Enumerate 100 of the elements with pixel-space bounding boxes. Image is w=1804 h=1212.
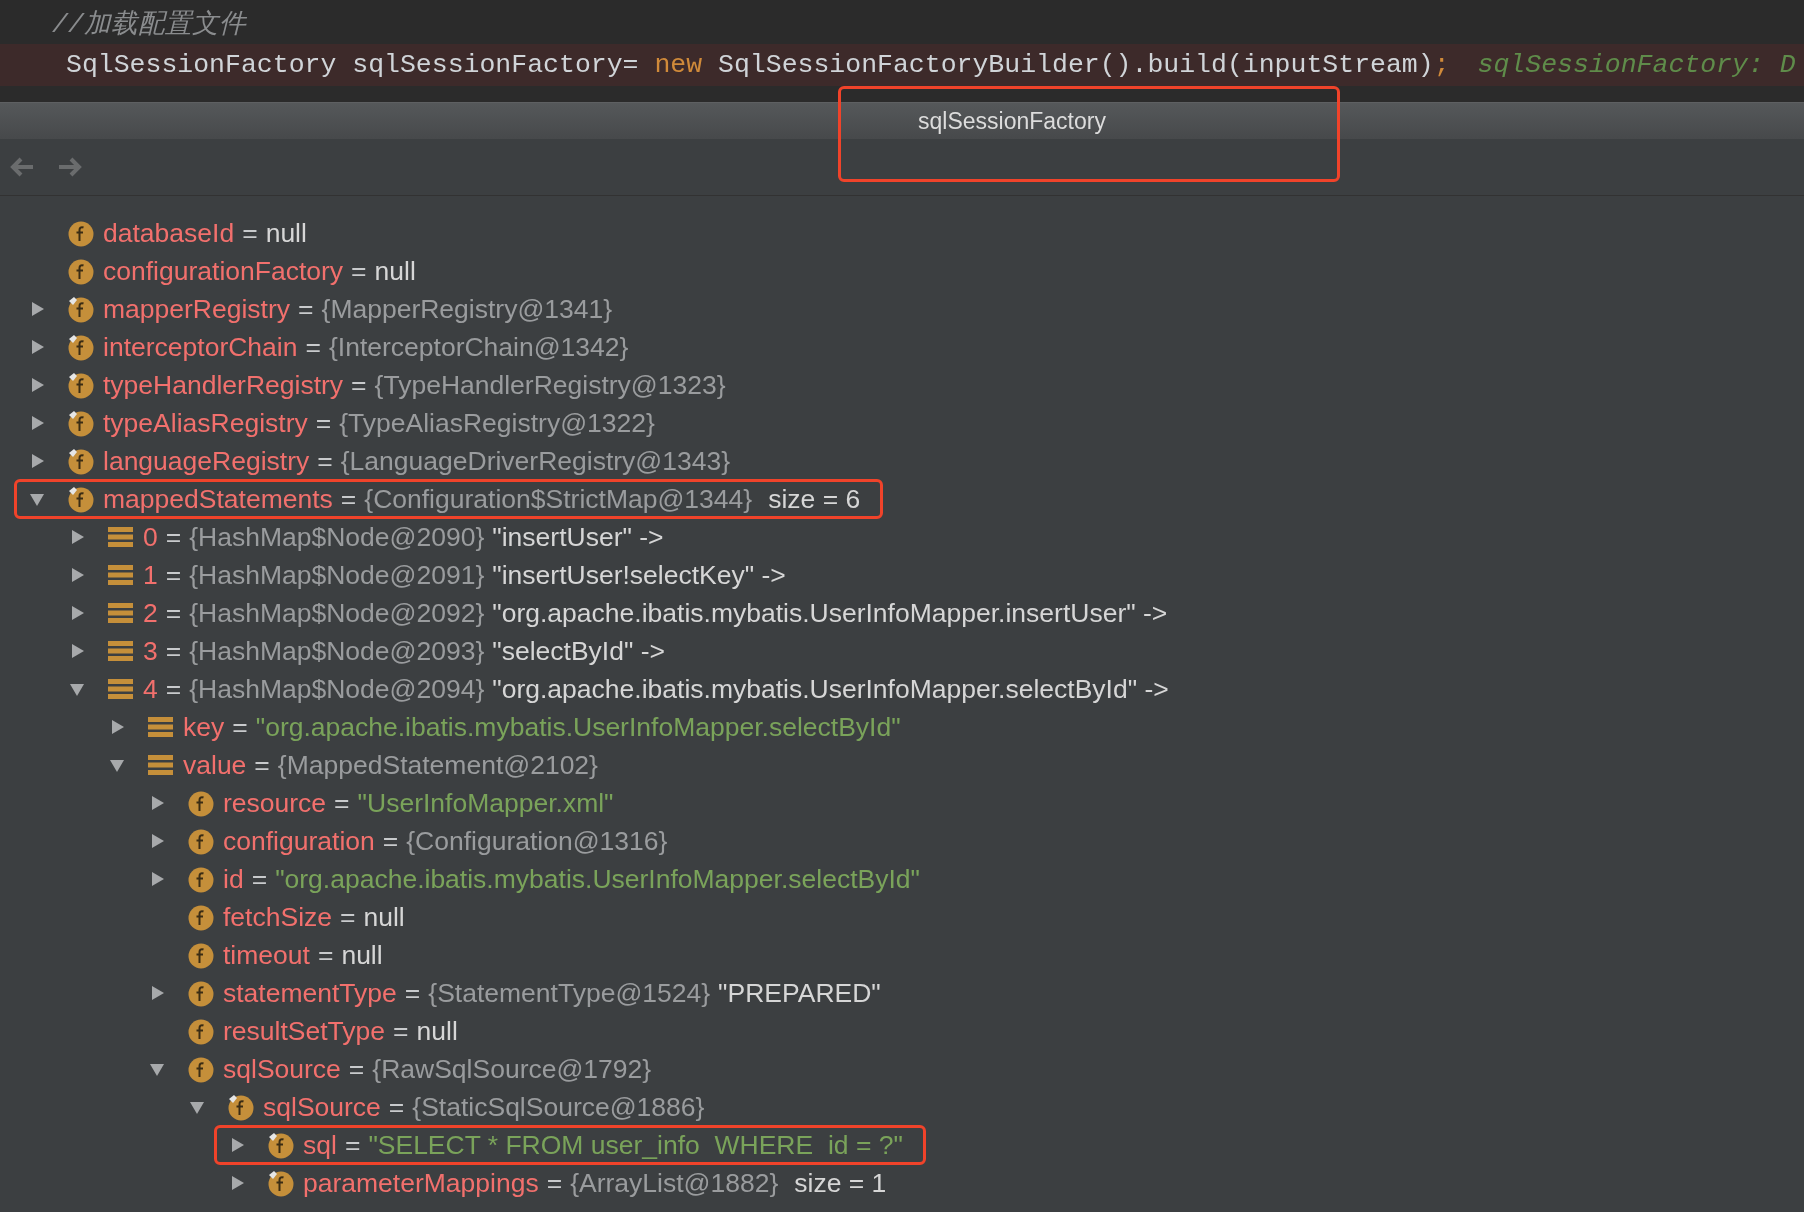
variable-name: statementType (223, 977, 397, 1009)
code-token: ; (1433, 50, 1450, 80)
equals-sign: = (254, 749, 270, 781)
variable-name: value (183, 749, 247, 781)
size-label: size = 1 (794, 1167, 887, 1199)
variable-value: {HashMap$Node@2091} (189, 559, 485, 591)
size-label: size = 6 (768, 483, 861, 515)
variable-value: {MapperRegistry@1341} (321, 293, 613, 325)
variable-name: parameterMappings (303, 1167, 539, 1199)
final-field-icon (267, 1131, 294, 1159)
expanded-arrow-icon[interactable] (149, 1061, 165, 1077)
final-field-icon (67, 371, 94, 399)
variable-value: null (363, 901, 405, 933)
variable-name: sqlSource (223, 1053, 341, 1085)
equals-sign: = (317, 445, 333, 477)
collapsed-arrow-icon[interactable] (69, 567, 85, 583)
equals-sign: = (165, 597, 182, 629)
popup-title: sqlSessionFactory (918, 107, 1106, 135)
variable-name: configuration (223, 825, 375, 857)
entry-icon (107, 640, 134, 662)
entry-icon (147, 716, 174, 738)
field-icon (187, 1055, 214, 1083)
entry-icon (147, 754, 174, 776)
equals-sign: = (165, 521, 182, 553)
equals-sign: = (305, 331, 321, 363)
equals-sign: = (340, 901, 356, 933)
collapsed-arrow-icon[interactable] (149, 871, 165, 887)
variable-value: {StatementType@1524} (428, 977, 711, 1009)
collapsed-arrow-icon[interactable] (109, 719, 125, 735)
expanded-arrow-icon[interactable] (109, 757, 125, 773)
variable-name: sqlSource (263, 1091, 381, 1123)
collapsed-arrow-icon[interactable] (29, 301, 45, 317)
collapsed-arrow-icon[interactable] (29, 377, 45, 393)
equals-sign: = (388, 1091, 405, 1123)
equals-sign: = (165, 559, 182, 591)
entry-icon (107, 564, 134, 586)
collapsed-arrow-icon[interactable] (29, 339, 45, 355)
equals-sign: = (315, 407, 332, 439)
variable-value: null (265, 217, 307, 249)
expanded-arrow-icon[interactable] (69, 681, 85, 697)
variable-name: languageRegistry (103, 445, 310, 477)
collapsed-arrow-icon[interactable] (149, 795, 165, 811)
variable-value: {HashMap$Node@2094} (189, 673, 485, 705)
variable-name: timeout (223, 939, 310, 971)
variable-name: 1 (143, 559, 158, 591)
equals-sign: = (351, 255, 367, 287)
variable-value: "org.apache.ibatis.mybatis.UserInfoMapper.selectById" (275, 863, 920, 895)
final-field-icon (67, 333, 94, 361)
variable-name: resultSetType (223, 1015, 386, 1047)
equals-sign: = (351, 369, 367, 401)
collapsed-arrow-icon[interactable] (29, 453, 45, 469)
inline-value-hint: sqlSessionFactory: D (1477, 50, 1796, 80)
variable-name: id (223, 863, 244, 895)
variable-name: sql (303, 1129, 337, 1161)
collapsed-arrow-icon[interactable] (69, 643, 85, 659)
entry-icon (107, 526, 134, 548)
collapsed-arrow-icon[interactable] (149, 833, 165, 849)
variable-name: typeHandlerRegistry (103, 369, 344, 401)
equals-sign: = (404, 977, 421, 1009)
expanded-arrow-icon[interactable] (189, 1099, 205, 1115)
field-icon (67, 257, 94, 285)
variable-value: "SELECT * FROM user_info WHERE id = ?" (368, 1129, 903, 1161)
equals-sign: = (165, 635, 182, 667)
equals-sign: = (334, 787, 350, 819)
variable-name: configurationFactory (103, 255, 344, 287)
variable-value: "selectById" -> (492, 635, 666, 667)
equals-sign: = (232, 711, 248, 743)
variable-name: key (183, 711, 225, 743)
equals-sign: = (242, 217, 258, 249)
field-icon (187, 903, 214, 931)
variable-name: 3 (143, 635, 158, 667)
variable-value: {StaticSqlSource@1886} (412, 1091, 705, 1123)
collapsed-arrow-icon[interactable] (229, 1137, 245, 1153)
variable-value: {HashMap$Node@2092} (189, 597, 485, 629)
final-field-icon (67, 295, 94, 323)
field-icon (187, 941, 214, 969)
variable-value: "org.apache.ibatis.mybatis.UserInfoMapper.insertUser" -> (492, 597, 1168, 629)
variable-value: {RawSqlSource@1792} (372, 1053, 652, 1085)
code-token: SqlSessionFactoryBuilder().build(inputStream) (717, 50, 1434, 80)
variable-value: {HashMap$Node@2093} (189, 635, 485, 667)
expanded-arrow-icon[interactable] (29, 491, 45, 507)
variable-value: null (416, 1015, 458, 1047)
field-icon (187, 827, 214, 855)
variable-name: 4 (143, 673, 158, 705)
collapsed-arrow-icon[interactable] (229, 1175, 245, 1191)
variable-name: resource (223, 787, 327, 819)
variable-name: mapperRegistry (103, 293, 291, 325)
final-field-icon (67, 409, 94, 437)
equals-sign: = (348, 1053, 365, 1085)
equals-sign: = (340, 483, 357, 515)
collapsed-arrow-icon[interactable] (29, 415, 45, 431)
variable-name: 0 (143, 521, 158, 553)
variable-value: "org.apache.ibatis.mybatis.UserInfoMapper.selectById" (255, 711, 901, 743)
collapsed-arrow-icon[interactable] (69, 605, 85, 621)
variable-name: mappedStatements (103, 483, 333, 515)
variable-name: 2 (143, 597, 158, 629)
collapsed-arrow-icon[interactable] (69, 529, 85, 545)
variable-value: {Configuration$StrictMap@1344} (364, 483, 753, 515)
equals-sign: = (382, 825, 399, 857)
collapsed-arrow-icon[interactable] (149, 985, 165, 1001)
